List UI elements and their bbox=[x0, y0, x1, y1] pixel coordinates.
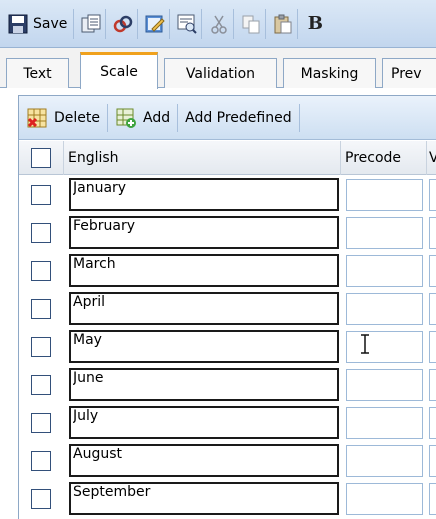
preview-button[interactable] bbox=[173, 8, 203, 39]
table-row bbox=[19, 328, 436, 365]
english-input[interactable] bbox=[69, 330, 339, 363]
english-input[interactable] bbox=[69, 178, 339, 211]
edit-icon bbox=[144, 13, 166, 35]
row-checkbox[interactable] bbox=[31, 261, 51, 281]
tab-bar: Text Scale Validation Masking Prev bbox=[0, 48, 436, 89]
english-input[interactable] bbox=[69, 444, 339, 477]
precode-input[interactable] bbox=[346, 255, 423, 287]
extra-input[interactable] bbox=[429, 483, 436, 515]
english-input[interactable] bbox=[69, 216, 339, 249]
add-grid-icon bbox=[115, 107, 137, 129]
precode-input[interactable] bbox=[346, 445, 423, 477]
tab-label: Masking bbox=[300, 65, 359, 82]
extra-input[interactable] bbox=[429, 255, 436, 287]
copy-icon bbox=[80, 13, 102, 35]
header-precode[interactable]: Precode bbox=[341, 141, 427, 175]
toolbar-divider bbox=[298, 103, 300, 132]
row-checkbox[interactable] bbox=[31, 489, 51, 509]
grid-header: English Precode V bbox=[19, 141, 436, 175]
paste-icon bbox=[272, 13, 294, 35]
row-checkbox[interactable] bbox=[31, 299, 51, 319]
preview-icon bbox=[176, 13, 198, 35]
table-row bbox=[19, 252, 436, 289]
tab-masking[interactable]: Masking bbox=[283, 58, 376, 88]
bold-icon: B bbox=[307, 13, 323, 34]
copy-button[interactable] bbox=[77, 8, 107, 39]
extra-input[interactable] bbox=[429, 331, 436, 363]
english-input[interactable] bbox=[69, 368, 339, 401]
floppy-disk-icon bbox=[7, 13, 29, 35]
delete-button[interactable]: Delete bbox=[19, 103, 107, 133]
table-row bbox=[19, 404, 436, 441]
copy-doc-button[interactable] bbox=[237, 8, 267, 39]
extra-input[interactable] bbox=[429, 293, 436, 325]
grid-toolbar: Delete Add Add Predefined bbox=[19, 96, 436, 140]
delete-grid-icon bbox=[26, 107, 48, 129]
extra-input[interactable] bbox=[429, 217, 436, 249]
precode-input[interactable] bbox=[346, 407, 423, 439]
table-row bbox=[19, 176, 436, 213]
row-checkbox[interactable] bbox=[31, 413, 51, 433]
main-toolbar: Save B bbox=[0, 0, 436, 48]
extra-input[interactable] bbox=[429, 179, 436, 211]
row-checkbox[interactable] bbox=[31, 451, 51, 471]
tab-scale[interactable]: Scale bbox=[80, 52, 158, 89]
link-icon bbox=[112, 13, 134, 35]
english-input[interactable] bbox=[69, 482, 339, 515]
tab-validation[interactable]: Validation bbox=[164, 58, 277, 88]
save-button[interactable]: Save bbox=[4, 8, 75, 39]
table-row bbox=[19, 442, 436, 479]
text-cursor-icon bbox=[361, 334, 369, 354]
english-input[interactable] bbox=[69, 406, 339, 439]
table-row bbox=[19, 214, 436, 251]
add-button[interactable]: Add bbox=[108, 103, 177, 133]
tab-label: Validation bbox=[185, 65, 256, 82]
row-checkbox[interactable] bbox=[31, 223, 51, 243]
table-row bbox=[19, 480, 436, 517]
add-label: Add bbox=[143, 109, 171, 126]
header-english[interactable]: English bbox=[64, 141, 341, 175]
copy-doc-icon bbox=[240, 13, 262, 35]
table-row bbox=[19, 366, 436, 403]
header-precode-label: Precode bbox=[345, 150, 402, 166]
extra-input[interactable] bbox=[429, 407, 436, 439]
cut-button[interactable] bbox=[205, 8, 235, 39]
extra-input[interactable] bbox=[429, 369, 436, 401]
paste-button[interactable] bbox=[269, 8, 299, 39]
precode-input[interactable] bbox=[346, 179, 423, 211]
header-extra[interactable]: V bbox=[427, 141, 436, 175]
add-predefined-label: Add Predefined bbox=[185, 109, 292, 126]
english-input[interactable] bbox=[69, 254, 339, 287]
select-all-checkbox[interactable] bbox=[31, 148, 51, 168]
english-input[interactable] bbox=[69, 292, 339, 325]
precode-input[interactable] bbox=[346, 369, 423, 401]
add-predefined-button[interactable]: Add Predefined bbox=[178, 103, 299, 133]
tab-preview[interactable]: Prev bbox=[382, 58, 436, 88]
select-all-cell bbox=[19, 141, 64, 175]
precode-input[interactable] bbox=[346, 331, 423, 363]
row-checkbox[interactable] bbox=[31, 375, 51, 395]
cut-icon bbox=[208, 13, 230, 35]
link-button[interactable] bbox=[109, 8, 139, 39]
table-row bbox=[19, 290, 436, 327]
edit-button[interactable] bbox=[141, 8, 171, 39]
save-label: Save bbox=[33, 15, 68, 32]
header-extra-label: V bbox=[429, 150, 436, 166]
row-checkbox[interactable] bbox=[31, 337, 51, 357]
tab-label: Prev bbox=[391, 65, 422, 82]
precode-input[interactable] bbox=[346, 483, 423, 515]
delete-label: Delete bbox=[54, 109, 100, 126]
precode-input[interactable] bbox=[346, 293, 423, 325]
precode-input[interactable] bbox=[346, 217, 423, 249]
extra-input[interactable] bbox=[429, 445, 436, 477]
row-checkbox[interactable] bbox=[31, 185, 51, 205]
scale-panel: Delete Add Add Predefined English Precod… bbox=[18, 95, 436, 519]
tab-text[interactable]: Text bbox=[6, 58, 69, 88]
bold-button[interactable]: B bbox=[301, 9, 329, 39]
tab-label: Text bbox=[23, 65, 52, 82]
tab-label: Scale bbox=[100, 64, 138, 80]
header-english-label: English bbox=[68, 150, 119, 166]
